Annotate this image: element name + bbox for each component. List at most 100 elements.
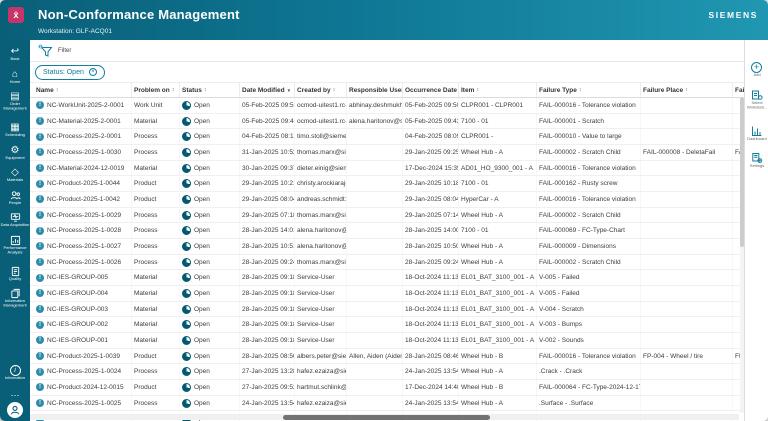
sort-icon: ↕ [171, 87, 175, 93]
column-header-failure_place[interactable]: Failure Place ↕ [641, 83, 733, 97]
cell-occurrence_date: 28-Jan-2025 14:00 [403, 223, 459, 239]
cell-created_by: dieter.einig@sieme... [295, 160, 347, 176]
table-row[interactable]: ! NC-IES-GROUP-002 Material Open 28-Jan-2025… [30, 317, 744, 334]
nc-info-icon: ! [36, 179, 44, 188]
add-button[interactable]: + Add [746, 62, 768, 82]
cell-responsible_user: Allen, Aiden (Aiden.All... [347, 348, 403, 364]
table-row[interactable]: ! NC-Process-2025-1-0028 Process Open 28-Jan… [30, 223, 744, 240]
nc-info-icon: ! [36, 399, 44, 408]
table-row[interactable]: ! NC-Product-2024-12-0015 Product Open 27-Ja… [30, 380, 744, 396]
nc-info-icon: ! [36, 117, 44, 125]
column-header-date_modified[interactable]: Date Modified ▼ [240, 83, 295, 97]
user-avatar[interactable] [7, 402, 23, 418]
nc-info-icon: ! [36, 383, 44, 392]
dashboard-button[interactable]: Dashboard [746, 125, 768, 146]
cell-item: AD01_HO_9300_001 - A [459, 160, 537, 176]
sort-icon: ↕ [332, 87, 336, 93]
select-workstation-button[interactable]: Select Workstati... [746, 89, 768, 118]
table-row[interactable]: ! NC-Process-2025-2-0001 Process Open 04-Feb… [30, 129, 744, 146]
sidebar-item-back[interactable]: ↩ Back [0, 46, 30, 66]
cell-status: Open [180, 301, 240, 317]
column-header-responsible_user[interactable]: Responsible User↕ [347, 83, 403, 97]
sidebar-item-home[interactable]: ⌂ Home [0, 69, 30, 89]
nc-info-icon: ! [36, 367, 44, 376]
cell-date_modified: 28-Jan-2025 09:18 [240, 301, 295, 317]
horizontal-scrollbar-thumb[interactable] [283, 415, 490, 420]
sidebar-bottom-group: i Information ⋯ [0, 364, 30, 421]
table-row[interactable]: ! NC-Material-2024-12-0019 Material Open 30-… [30, 160, 744, 177]
sidebar-item-equipment[interactable]: ⚙ Equipment [0, 145, 30, 165]
table-row[interactable]: ! NC-IES-GROUP-005 Material Open 28-Jan-2025… [30, 270, 744, 287]
sidebar-item-quality[interactable]: Quality [0, 266, 30, 286]
cell-failure_place [641, 395, 733, 411]
sidebar-item-scheduling[interactable]: ▦ Scheduling [0, 122, 30, 142]
cell-problem_on: Material [132, 301, 180, 317]
sort-icon: ↕ [578, 87, 582, 93]
app-logo-icon[interactable]: x̄ [8, 7, 24, 23]
status-open-icon [182, 367, 191, 377]
column-label: Item [461, 86, 475, 94]
table-row[interactable]: ! NC-Process-2025-1-0024 Process Open 27-Jan… [30, 364, 744, 381]
cell-responsible_user [347, 317, 403, 333]
table-row[interactable]: ! NC-Process-2025-1-0027 Process Open 28-Jan… [30, 239, 744, 255]
table-row[interactable]: ! NC-IES-GROUP-004 Material Open 28-Jan-2025… [30, 286, 744, 302]
table-row[interactable]: ! NC-WorkUnit-2025-2-0001 Work Unit Open 05-… [30, 98, 744, 114]
column-header-failure_extra[interactable]: Failu [733, 83, 744, 97]
cell-created_by: Service-User [295, 286, 347, 301]
siemens-logo: SIEMENS [708, 10, 758, 20]
table-row[interactable]: ! NC-Product-2025-1-0039 Product Open 28-Jan… [30, 348, 744, 365]
status-open-icon [182, 257, 191, 267]
column-header-failure_type[interactable]: Failure Type ↕ [537, 83, 641, 97]
table-row[interactable]: ! NC-Process-2025-1-0029 Process Open 29-Jan… [30, 207, 744, 224]
filter-icon[interactable]: 1 [38, 44, 53, 57]
horizontal-scrollbar[interactable] [30, 414, 739, 420]
nc-info-icon: ! [36, 101, 44, 110]
column-label: Problem on [134, 86, 170, 94]
right-action-panel: + Add Select Workstati... Dashboard Sett… [744, 40, 768, 421]
column-header-problem_on[interactable]: Problem on ↕ [132, 83, 180, 97]
table-row[interactable]: ! NC-Product-2025-1-0044 Product Open 29-Jan… [30, 176, 744, 193]
sidebar-item-performance-analysis[interactable]: Performance Analysis [0, 235, 30, 263]
cell-failure_place [641, 223, 733, 239]
sidebar-overflow-icon[interactable]: ⋯ [11, 391, 20, 400]
sidebar-item-information-management[interactable]: Information Management [0, 288, 30, 316]
cell-failure_type: FAIL-000064 - FC-Type-2024-12-17... [537, 380, 641, 395]
scheduling-icon: ▦ [10, 122, 20, 133]
cell-problem_on: Product [132, 380, 180, 395]
filter-chip-status-open[interactable]: Status: Open × [35, 64, 105, 80]
column-header-status[interactable]: Status ↕ [180, 83, 240, 97]
table-row[interactable]: ! NC-Product-2025-1-0042 Product Open 29-Jan… [30, 192, 744, 208]
cell-status: Open [180, 254, 240, 270]
table-row[interactable]: ! NC-Process-2025-1-0030 Process Open 31-Jan… [30, 145, 744, 161]
table-row[interactable]: ! NC-Process-2025-1-0026 Process Open 28-Jan… [30, 254, 744, 271]
sidebar-item-data-acquisition[interactable]: Data Acquisition [0, 212, 30, 232]
table-row[interactable]: ! NC-Material-2025-2-0001 Material Open 05-F… [30, 113, 744, 130]
cell-item: EL01_BAT_3100_001 - A [459, 317, 537, 333]
cell-status: Open [180, 176, 240, 192]
sidebar-item-materials[interactable]: ◇ Materials [0, 167, 30, 187]
cell-occurrence_date: 24-Jan-2025 13:54 [403, 395, 459, 411]
table-row[interactable]: ! NC-IES-GROUP-003 Material Open 28-Jan-2025… [30, 301, 744, 318]
settings-icon [751, 152, 763, 164]
column-header-created_by[interactable]: Created by ↕ [295, 83, 347, 97]
status-open-icon [182, 398, 191, 408]
sidebar-item-information[interactable]: i Information [0, 364, 30, 385]
status-open-icon [182, 194, 191, 204]
sidebar-item-label: Home [9, 79, 21, 84]
status-open-icon [182, 335, 191, 345]
cell-failure_place [641, 192, 733, 207]
sidebar-item-order-management[interactable]: ▤ Order Management [0, 91, 30, 119]
table-row[interactable]: ! NC-IES-GROUP-001 Material Open 28-Jan-2025… [30, 333, 744, 349]
cell-responsible_user [347, 364, 403, 380]
sidebar-item-label: Information Management [3, 298, 27, 308]
table-row[interactable]: ! NC-Process-2025-1-0025 Process Open 24-Jan… [30, 395, 744, 412]
column-header-item[interactable]: Item ↕ [459, 83, 537, 97]
cell-failure_type: FAIL-000002 - Scratch Child [537, 254, 641, 270]
sidebar-item-people[interactable]: People [0, 190, 30, 210]
column-header-name[interactable]: Name ↕ [30, 83, 132, 97]
settings-button[interactable]: Settings [746, 152, 768, 173]
cell-created_by: Service-User [295, 270, 347, 286]
remove-filter-icon[interactable]: × [88, 68, 97, 76]
cell-failure_type: V-003 - Bumps [537, 317, 641, 333]
column-header-occurrence_date[interactable]: Occurrence Date↕ [403, 83, 459, 97]
